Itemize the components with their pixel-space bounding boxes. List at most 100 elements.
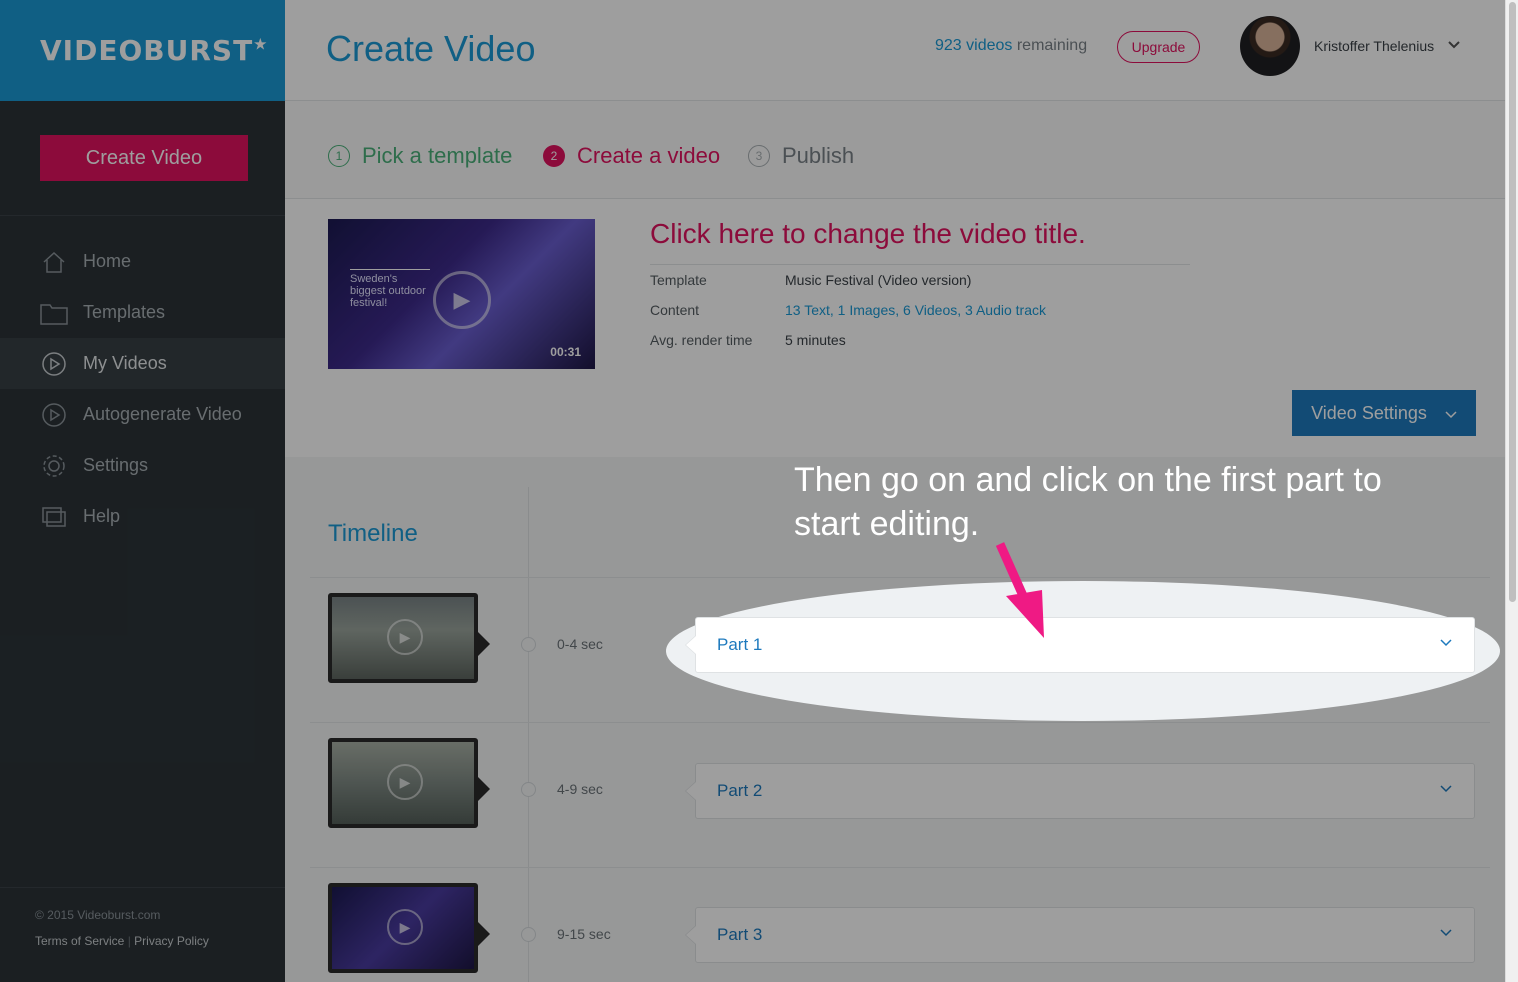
sidebar-item-my-videos[interactable]: My Videos bbox=[0, 338, 285, 389]
step-pick-template[interactable]: 1 Pick a template bbox=[328, 143, 512, 169]
row-divider bbox=[310, 867, 1490, 868]
part-thumbnail[interactable]: ▶ bbox=[328, 593, 478, 683]
play-icon: ▶ bbox=[387, 909, 423, 945]
meta-template: Template Music Festival (Video version) bbox=[650, 272, 971, 288]
thumbnail-text: Sweden's biggest outdoor festival! bbox=[350, 269, 430, 309]
video-thumbnail[interactable]: Sweden's biggest outdoor festival! ▶ 00:… bbox=[328, 219, 595, 369]
logo-area: VIDEOBURST★ bbox=[0, 0, 285, 101]
meta-label: Content bbox=[650, 302, 700, 318]
meta-value: 5 minutes bbox=[785, 332, 846, 348]
play-circle-icon bbox=[40, 402, 68, 428]
part-2-accordion[interactable]: Part 2 bbox=[685, 763, 1475, 819]
sidebar-footer: © 2015 Videoburst.com Terms of Service |… bbox=[0, 887, 285, 982]
chevron-down-icon[interactable] bbox=[1447, 39, 1461, 53]
page-title: Create Video bbox=[326, 28, 536, 69]
sidebar-item-templates[interactable]: Templates bbox=[0, 287, 285, 338]
page-scrollbar[interactable] bbox=[1505, 0, 1518, 982]
thumbnail-pointer bbox=[478, 632, 490, 656]
sidebar-item-autogenerate-video[interactable]: Autogenerate Video bbox=[0, 389, 285, 440]
part-time: 9-15 sec bbox=[557, 926, 611, 942]
chevron-down-icon bbox=[1440, 636, 1452, 650]
sidebar-item-label: My Videos bbox=[83, 353, 167, 373]
footer-separator: | bbox=[127, 934, 131, 948]
sidebar-item-settings[interactable]: Settings bbox=[0, 440, 285, 491]
step-number: 2 bbox=[543, 145, 565, 167]
create-video-button[interactable]: Create Video bbox=[40, 135, 248, 181]
play-circle-icon bbox=[40, 351, 68, 377]
folder-icon bbox=[40, 300, 68, 326]
logo[interactable]: VIDEOBURST★ bbox=[40, 34, 269, 67]
content-link[interactable]: 13 Text, 1 Images, 6 Videos, 3 Audio tra… bbox=[785, 302, 1046, 318]
step-publish[interactable]: 3 Publish bbox=[748, 143, 854, 169]
copyright: © 2015 Videoburst.com bbox=[35, 908, 161, 922]
scrollbar-thumb[interactable] bbox=[1509, 2, 1516, 602]
timeline-dot bbox=[521, 927, 536, 942]
meta-value: Music Festival (Video version) bbox=[785, 272, 972, 288]
sidebar-item-help[interactable]: Help bbox=[0, 491, 285, 542]
pointer-arrow-icon bbox=[995, 542, 1044, 638]
part-label: Part 3 bbox=[717, 925, 763, 944]
footer-links: Terms of Service | Privacy Policy bbox=[35, 934, 285, 948]
video-settings-button[interactable]: Video Settings bbox=[1292, 390, 1476, 436]
step-label: Pick a template bbox=[362, 143, 513, 168]
privacy-link[interactable]: Privacy Policy bbox=[134, 934, 209, 948]
sidebar-item-label: Templates bbox=[83, 302, 166, 322]
part-thumbnail[interactable]: ▶ bbox=[328, 738, 478, 828]
logo-star-icon: ★ bbox=[253, 34, 269, 54]
videos-remaining: 923 videos remaining bbox=[935, 37, 1087, 55]
step-number: 1 bbox=[328, 145, 350, 167]
video-info: Sweden's biggest outdoor festival! ▶ 00:… bbox=[285, 199, 1505, 457]
play-icon: ▶ bbox=[387, 619, 423, 655]
remaining-label: remaining bbox=[1016, 37, 1088, 54]
videos-count: 923 videos bbox=[935, 37, 1013, 54]
thumbnail-pointer bbox=[478, 922, 490, 946]
home-icon bbox=[40, 249, 68, 275]
step-number: 3 bbox=[748, 145, 770, 167]
video-title[interactable]: Click here to change the video title. bbox=[650, 218, 1190, 265]
play-icon: ▶ bbox=[387, 764, 423, 800]
terms-link[interactable]: Terms of Service bbox=[35, 934, 124, 948]
sidebar-nav: Home Templates My Videos Autogenerate Vi… bbox=[0, 236, 285, 542]
chevron-down-icon bbox=[1445, 403, 1457, 424]
logo-text: VIDEOBURST bbox=[40, 34, 254, 67]
part-3-accordion[interactable]: Part 3 bbox=[685, 907, 1475, 963]
meta-content: Content 13 Text, 1 Images, 6 Videos, 3 Au… bbox=[650, 302, 1046, 318]
chevron-down-icon bbox=[1440, 926, 1452, 940]
sidebar-item-label: Settings bbox=[83, 455, 149, 475]
part-1-accordion[interactable]: Part 1 bbox=[685, 617, 1475, 673]
row-divider bbox=[310, 577, 1490, 578]
help-chat-icon bbox=[40, 504, 68, 530]
header: Create Video 923 videos remaining Upgrad… bbox=[285, 0, 1505, 101]
thumbnail-pointer bbox=[478, 777, 490, 801]
meta-label: Template bbox=[650, 272, 707, 288]
row-divider bbox=[310, 722, 1490, 723]
meta-label: Avg. render time bbox=[650, 332, 753, 348]
part-label: Part 2 bbox=[717, 781, 763, 800]
step-label: Create a video bbox=[577, 143, 721, 168]
part-time: 0-4 sec bbox=[557, 636, 603, 652]
video-settings-label: Video Settings bbox=[1311, 402, 1427, 423]
wizard-steps: 1 Pick a template 2 Create a video 3 Pub… bbox=[285, 101, 1505, 199]
timeline-dot bbox=[521, 782, 536, 797]
step-create-video[interactable]: 2 Create a video bbox=[543, 143, 720, 169]
timeline-title: Timeline bbox=[328, 520, 418, 547]
timeline-line bbox=[528, 487, 529, 982]
avatar[interactable] bbox=[1240, 16, 1300, 76]
play-icon[interactable]: ▶ bbox=[433, 271, 491, 329]
create-area: Create Video bbox=[0, 101, 285, 216]
sidebar-item-label: Home bbox=[83, 251, 132, 271]
gear-icon bbox=[40, 453, 68, 479]
chevron-down-icon bbox=[1440, 782, 1452, 796]
video-duration: 00:31 bbox=[550, 345, 581, 359]
part-label: Part 1 bbox=[717, 635, 763, 654]
sidebar-item-home[interactable]: Home bbox=[0, 236, 285, 287]
step-label: Publish bbox=[782, 143, 855, 168]
sidebar-item-label: Autogenerate Video bbox=[83, 404, 242, 424]
sidebar-item-label: Help bbox=[83, 506, 121, 526]
tutorial-annotation: Then go on and click on the first part t… bbox=[794, 461, 1382, 543]
upgrade-button[interactable]: Upgrade bbox=[1117, 31, 1200, 63]
meta-render-time: Avg. render time 5 minutes bbox=[650, 332, 846, 348]
timeline-dot bbox=[521, 637, 536, 652]
part-thumbnail[interactable]: ▶ bbox=[328, 883, 478, 973]
user-name[interactable]: Kristoffer Thelenius bbox=[1314, 38, 1434, 54]
